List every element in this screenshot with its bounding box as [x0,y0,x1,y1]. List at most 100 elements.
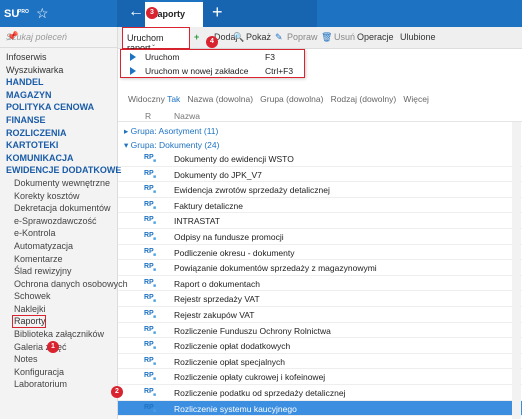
menu-item-run[interactable]: Uruchom F3 [121,51,303,64]
favorites-button[interactable]: Ulubione [400,32,436,42]
row-name: Rejestr sprzedaży VAT [174,294,260,305]
row-name: Rozliczenie Funduszu Ochrony Rolnictwa [174,325,331,336]
filter-visible-value[interactable]: Tak [167,94,180,104]
table-row[interactable]: RP ■ Faktury detaliczne [118,198,522,214]
report-icon: RP ■ [144,248,157,258]
add-icon: + [194,32,200,42]
table-row[interactable]: RP ■ Rejestr sprzedaży VAT [118,291,522,307]
filter-more[interactable]: Więcej [403,94,429,104]
sidebar-item[interactable]: KOMUNIKACJA [0,152,118,165]
logo-sub: PRO [18,9,29,15]
report-icon: RP ■ [144,154,157,164]
filter-group[interactable]: Grupa (dowolna) [260,94,323,104]
sidebar-item[interactable]: e-Kontrola [0,227,118,240]
scrollbar[interactable] [512,122,521,419]
report-icon-mark: ■ [153,251,157,258]
group-dokumenty[interactable]: ▾ Grupa: Dokumenty (24) [124,140,219,151]
expand-arrow-icon: ▸ [124,126,129,136]
sidebar-item[interactable]: Dokumenty wewnętrzne [0,177,118,190]
favorite-star-icon[interactable]: ☆ [36,5,49,22]
sidebar-item[interactable]: Laboratorium [0,378,118,391]
pin-icon[interactable]: 📌 [6,31,112,42]
operations-button[interactable]: Operacje [357,32,394,42]
sidebar-item[interactable]: Raporty [12,315,46,329]
table-row[interactable]: RP ■ Dokumenty do ewidencji WSTO [118,151,522,167]
table-row[interactable]: RP ■ Odpisy na fundusze promocji [118,229,522,245]
table-row[interactable]: RP ■ Rejestr zakupów VAT [118,307,522,323]
report-icon: RP ■ [144,388,157,398]
report-icon: RP ■ [144,310,157,320]
sidebar-nav: Infoserwis Wyszukiwarka HANDEL MAGAZYN POLIT… [0,51,128,391]
filter-bar: Widoczny Tak Nazwa (dowolna) Grupa (dowo… [128,94,429,104]
sidebar-item[interactable]: Ochrona danych osobowych [0,278,128,291]
column-r[interactable]: R [145,111,151,121]
menu-item-run-new-tab[interactable]: Uruchom w nowej zakładce Ctrl+F3 [121,65,303,78]
new-tab-plus-icon[interactable]: + [212,2,223,23]
report-icon: RP ■ [144,279,157,289]
row-name: Rozliczenie systemu kaucyjnego [174,403,297,414]
table-row[interactable]: RP ■ Ewidencja zwrotów sprzedaży detaliczn… [118,182,522,198]
app-logo[interactable]: SU PRO [4,3,29,25]
table-row[interactable]: RP ■ Powiązanie dokumentów sprzedaży z mag… [118,260,522,276]
table-row[interactable]: RP ■ Rozliczenie opłat specjalnych [118,354,522,370]
report-icon: RP ■ [144,232,157,242]
step-badge: 3 [146,7,158,19]
sidebar-item[interactable]: Notes [0,353,118,366]
table-row[interactable]: RP ■ Rozliczenie podatku od sprzedaży deta… [118,385,522,401]
row-name: Rozliczenie opłat dodatkowych [174,341,291,352]
column-name[interactable]: Nazwa [174,111,200,121]
group-asortyment[interactable]: ▸ Grupa: Asortyment (11) [124,126,218,137]
sidebar-item[interactable]: HANDEL [0,76,118,89]
sidebar-item[interactable]: Ślad rewizyjny [0,265,118,278]
report-icon-mark: ■ [153,407,157,414]
sidebar-item[interactable]: FINANSE [0,114,118,127]
report-icon-mark: ■ [153,376,157,383]
column-header: R Nazwa [118,108,522,122]
top-bar: SU PRO ☆ ← Raporty + [0,0,522,27]
menu-item-label: Uruchom [145,52,180,62]
run-report-button[interactable]: Uruchom raport ⌄ [122,27,190,53]
sidebar-item[interactable]: Wyszukiwarka [0,64,118,77]
table-row[interactable]: RP ■ Rozliczenie Funduszu Ochrony Rolnictw… [118,323,522,339]
step-badge: 4 [206,36,218,48]
table-row[interactable]: RP ■ Rozliczenie systemu kaucyjnego [118,400,522,417]
sidebar-item[interactable]: EWIDENCJE DODATKOWE [0,164,121,177]
sidebar-item[interactable]: POLITYKA CENOWA [0,101,118,114]
sidebar-item[interactable]: Komentarze [0,253,118,266]
report-icon-mark: ■ [153,329,157,336]
search-icon: 🔍 [233,32,245,42]
filter-visible-label[interactable]: Widoczny [128,94,165,104]
report-icon-mark: ■ [153,204,157,211]
report-icon-mark: ■ [153,391,157,398]
filter-name[interactable]: Nazwa (dowolna) [187,94,253,104]
sidebar-item[interactable]: KARTOTEKI [0,139,118,152]
sidebar-item[interactable]: Automatyzacja [0,240,118,253]
table-row[interactable]: RP ■ Dokumenty do JPK_V7 [118,167,522,183]
delete-button[interactable]: Usuń [334,32,355,42]
group-label: Grupa: Dokumenty (24) [130,140,220,150]
sidebar-item[interactable]: e-Sprawozdawczość [0,215,118,228]
sidebar-item[interactable]: ROZLICZENIA [0,127,118,140]
table-row[interactable]: RP ■ Podliczenie okresu - dokumenty [118,245,522,261]
sidebar-item[interactable]: Naklejki [0,303,118,316]
filter-kind[interactable]: Rodzaj (dowolny) [331,94,397,104]
back-arrow-icon[interactable]: ← [128,3,144,21]
sidebar-item[interactable]: MAGAZYN [0,89,118,102]
sidebar-item[interactable]: Infoserwis [0,51,118,64]
sidebar-item[interactable]: Galeria zdjęć [0,341,118,354]
table-row[interactable]: RP ■ INTRASTAT [118,213,522,229]
sidebar-item[interactable]: Korekty kosztów [0,190,118,203]
toolbar: Uruchom raport ⌄ + Dodaj 🔍 Pokaż ✎ Popra… [118,27,522,53]
report-icon-mark: ■ [153,173,157,180]
sidebar-item[interactable]: Biblioteka załączników [0,328,118,341]
sidebar-item[interactable]: Schowek [0,290,118,303]
table-row[interactable]: RP ■ Rozliczenie opłaty cukrowej i kofeino… [118,369,522,385]
table-row[interactable]: RP ■ Raport o dokumentach [118,276,522,292]
edit-button[interactable]: Popraw [287,32,318,42]
show-button[interactable]: Pokaż [246,32,271,42]
table-row[interactable]: RP ■ Rozliczenie opłat dodatkowych [118,338,522,354]
sidebar-item[interactable]: Dekretacja dokumentów [0,202,118,215]
command-search-input[interactable]: Szukaj poleceń 📌 [0,27,118,48]
report-icon-mark: ■ [153,235,157,242]
sidebar-item[interactable]: Konfiguracja [0,366,118,379]
